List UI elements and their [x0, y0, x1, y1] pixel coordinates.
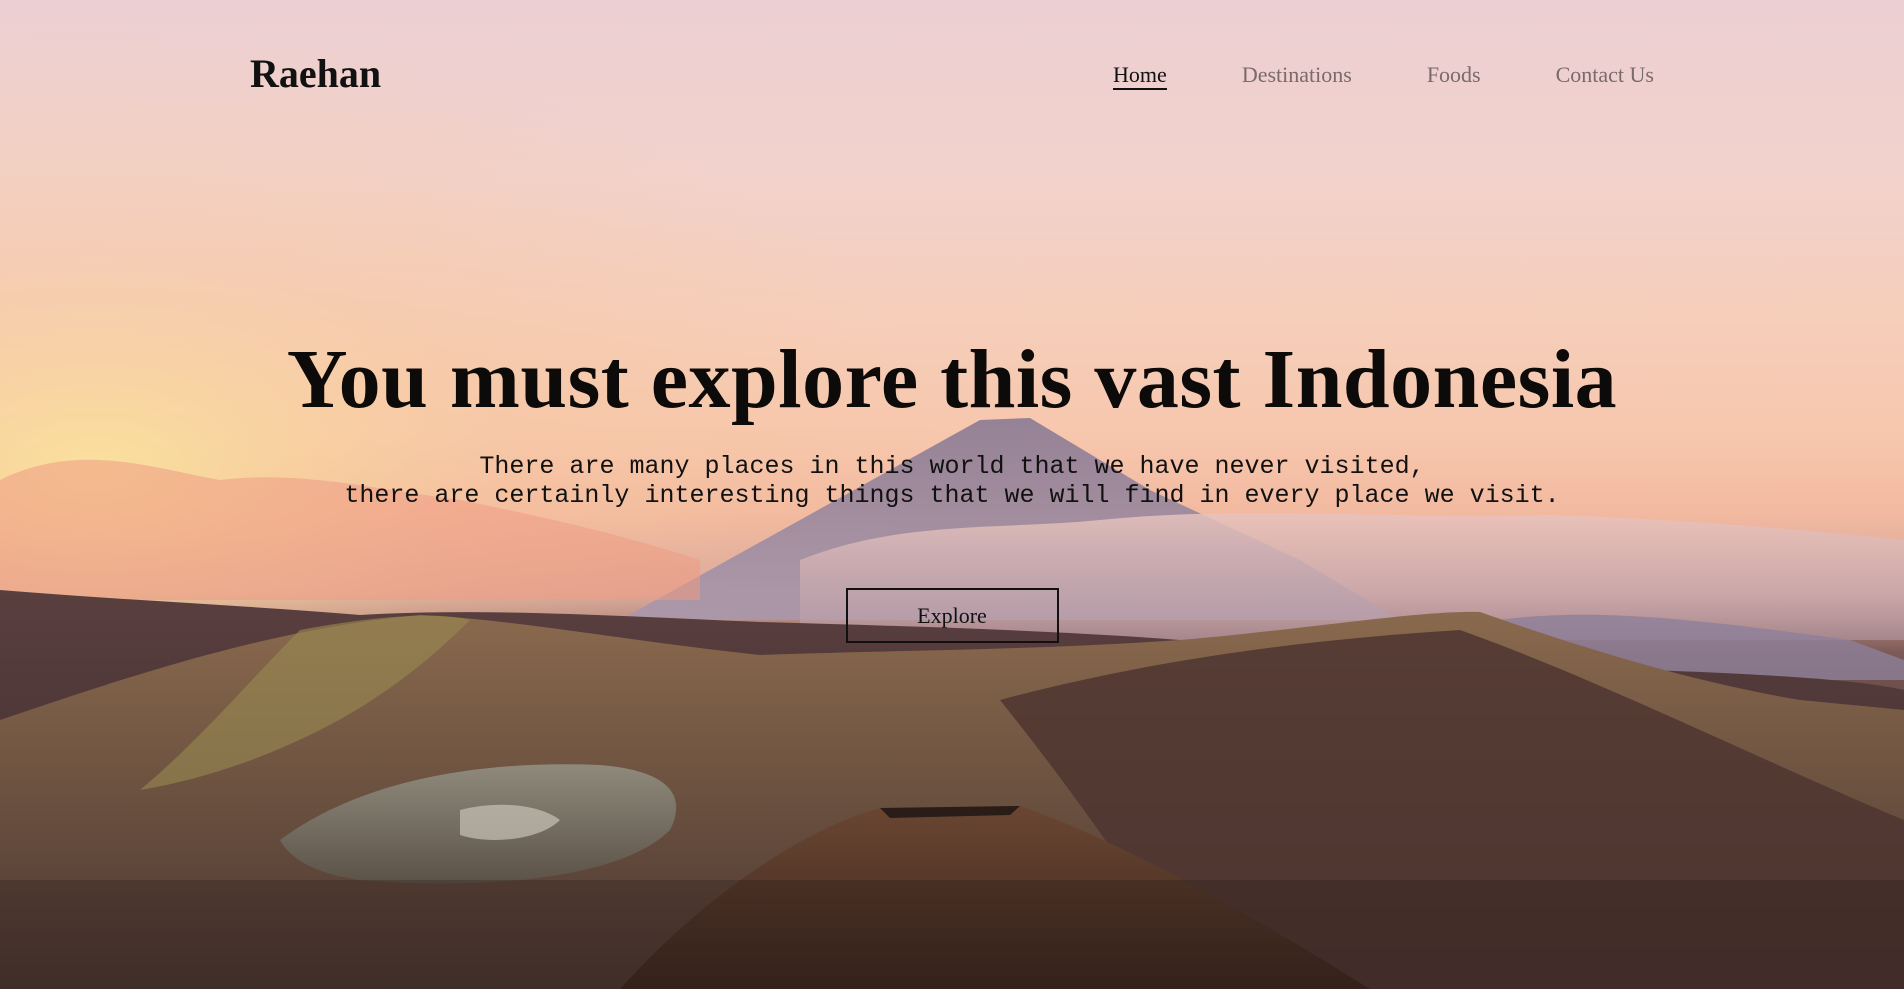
nav-item-contact-us: Contact Us [1556, 60, 1654, 90]
nav-link-home[interactable]: Home [1113, 62, 1167, 90]
nav-link-contact-us[interactable]: Contact Us [1556, 62, 1654, 87]
hero-section: Raehan Home Destinations Foods Contact U… [0, 0, 1904, 989]
hero-subtitle: There are many places in this world that… [0, 452, 1904, 510]
brand-logo[interactable]: Raehan [250, 50, 381, 98]
nav-link-destinations[interactable]: Destinations [1242, 62, 1352, 87]
hero-content: You must explore this vast Indonesia The… [0, 330, 1904, 643]
top-navigation: Raehan Home Destinations Foods Contact U… [0, 0, 1904, 150]
explore-button[interactable]: Explore [845, 588, 1059, 643]
nav-item-destinations: Destinations [1242, 60, 1352, 90]
nav-menu: Home Destinations Foods Contact Us [1113, 60, 1654, 90]
nav-item-foods: Foods [1427, 60, 1481, 90]
nav-link-foods[interactable]: Foods [1427, 62, 1481, 87]
hero-subtitle-line-1: There are many places in this world that… [479, 452, 1425, 481]
hero-headline: You must explore this vast Indonesia [286, 333, 1618, 426]
hero-subtitle-line-2: there are certainly interesting things t… [344, 481, 1560, 510]
nav-item-home: Home [1113, 60, 1167, 90]
